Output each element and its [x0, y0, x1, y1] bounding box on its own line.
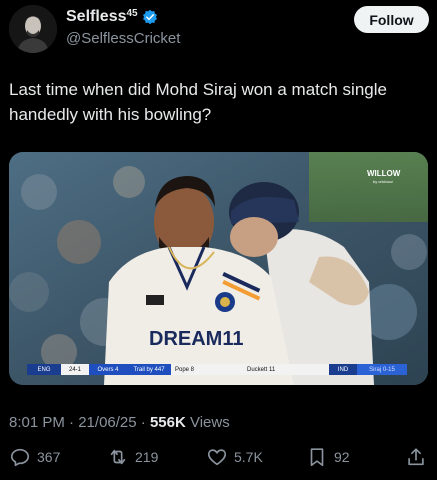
- broadcaster-watermark-sub: by cricbuzz: [373, 179, 393, 184]
- repost-icon: [110, 449, 126, 465]
- handle[interactable]: @SelflessCricket: [66, 30, 180, 47]
- score-batter-2: Duckett 11: [243, 364, 329, 375]
- views-count: 556K: [149, 414, 186, 431]
- share-icon: [408, 448, 424, 466]
- tweet-header: Selfless45 @SelflessCricket Follow: [9, 4, 429, 56]
- like-count: 5.7K: [234, 449, 263, 465]
- name-row: Selfless45: [66, 8, 158, 26]
- follow-button[interactable]: Follow: [354, 6, 429, 33]
- score-trail: Trail by 447: [127, 364, 171, 375]
- share-button[interactable]: [405, 446, 427, 468]
- score-runs: 24-1: [61, 364, 89, 375]
- score-overs: Overs 4: [89, 364, 127, 375]
- tweet-media-image[interactable]: DREAM11 WILLOW by cricbuzz: [9, 152, 428, 385]
- bookmark-count: 92: [334, 449, 350, 465]
- reply-button[interactable]: 367: [9, 446, 60, 468]
- reply-icon: [10, 448, 30, 467]
- tweet-text: Last time when did Mohd Siraj won a matc…: [9, 80, 387, 124]
- score-ticker: ENG 24-1 Overs 4 Trail by 447 Pope 8 Duc…: [27, 364, 407, 375]
- display-name[interactable]: Selfless45: [66, 8, 138, 26]
- bookmark-button[interactable]: 92: [306, 446, 350, 468]
- jersey-sponsor-text: DREAM11: [149, 328, 243, 350]
- score-team: ENG: [27, 364, 61, 375]
- reply-count: 367: [37, 449, 61, 465]
- tweet-time[interactable]: 8:01 PM: [9, 414, 65, 431]
- bookmark-icon: [310, 448, 324, 467]
- like-button[interactable]: 5.7K: [206, 446, 263, 468]
- avatar[interactable]: [9, 5, 57, 53]
- broadcaster-watermark: WILLOW: [367, 169, 401, 178]
- tweet-meta: 8:01 PM · 21/06/25 · 556K Views: [9, 414, 230, 431]
- repost-button[interactable]: 219: [107, 446, 158, 468]
- score-bowling-team: IND: [329, 364, 357, 375]
- tweet-date[interactable]: 21/06/25: [78, 414, 136, 431]
- heart-icon: [207, 449, 227, 466]
- score-batter-1: Pope 8: [171, 364, 243, 375]
- verified-badge-icon: [142, 9, 157, 25]
- action-bar: 367 219 5.7K 92: [9, 446, 429, 468]
- repost-count: 219: [135, 449, 159, 465]
- views-label: Views: [189, 414, 230, 431]
- score-bowler: Siraj 0-15: [357, 364, 407, 375]
